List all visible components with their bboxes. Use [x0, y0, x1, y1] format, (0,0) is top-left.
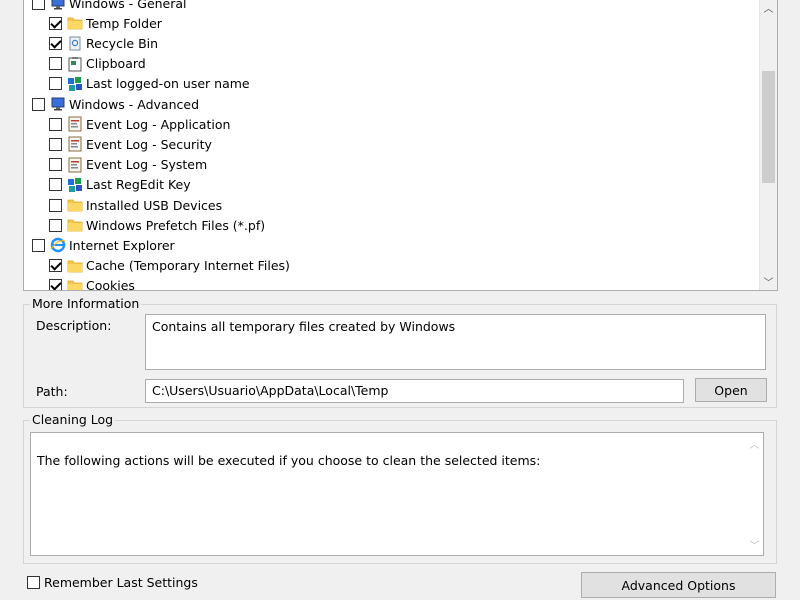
registry-icon [67, 76, 83, 92]
log-scroll-up-icon[interactable]: ︿ [746, 435, 763, 452]
folder-icon [67, 217, 83, 233]
path-field[interactable]: C:\Users\Usuario\AppData\Local\Temp [145, 379, 684, 403]
advanced-options-button[interactable]: Advanced Options [581, 572, 776, 598]
tree-item[interactable]: Internet Explorer [32, 235, 175, 255]
internet-explorer-icon [50, 237, 66, 253]
tree-item[interactable]: Last RegEdit Key [49, 175, 191, 195]
tree-item-checkbox[interactable] [49, 259, 62, 273]
tree-item-label: Installed USB Devices [86, 197, 223, 213]
scroll-up-arrow-icon[interactable]: ︿ [760, 0, 777, 16]
cleaning-log-title: Cleaning Log [30, 412, 116, 427]
open-button[interactable]: Open [695, 378, 767, 402]
tree-item[interactable]: Windows - Advanced [32, 94, 199, 114]
tree-item[interactable]: Recycle Bin [49, 33, 158, 53]
tree-item-checkbox[interactable] [49, 36, 62, 50]
tree-item[interactable]: Cache (Temporary Internet Files) [49, 256, 290, 276]
log-scrollbar[interactable]: ︿ ﹀ [746, 433, 763, 555]
log-scroll-down-icon[interactable]: ﹀ [746, 536, 763, 553]
tree-item[interactable]: Event Log - System [49, 155, 207, 175]
folder-icon [67, 278, 83, 290]
tree-item[interactable]: Last logged-on user name [49, 74, 250, 94]
folder-icon [67, 15, 83, 31]
scrollbar-thumb[interactable] [762, 71, 775, 183]
tree-item[interactable]: Event Log - Security [49, 134, 212, 154]
tree-item-label: Windows Prefetch Files (*.pf) [86, 217, 266, 233]
tree-item-label: Last RegEdit Key [86, 177, 191, 193]
cleaning-log-text: The following actions will be executed i… [37, 453, 541, 468]
tree-item-checkbox[interactable] [49, 137, 62, 151]
tree-item[interactable]: Windows Prefetch Files (*.pf) [49, 215, 265, 235]
tree-item-checkbox[interactable] [32, 97, 45, 111]
tree-item[interactable]: Clipboard [49, 54, 146, 74]
tree-item[interactable]: Temp Folder [49, 13, 162, 33]
folder-icon [67, 258, 83, 274]
path-label: Path: [36, 384, 68, 399]
tree-item-checkbox[interactable] [32, 238, 45, 252]
tree-item-label: Cache (Temporary Internet Files) [86, 258, 290, 274]
tree-item-checkbox[interactable] [49, 117, 62, 131]
tree-item-label: Cookies [86, 278, 135, 291]
tree-item-label: Windows - General [69, 0, 187, 11]
tree-item-checkbox[interactable] [49, 77, 62, 91]
tree-item-label: Temp Folder [86, 15, 162, 31]
scroll-down-arrow-icon[interactable]: ﹀ [760, 273, 777, 290]
tree-item-checkbox[interactable] [49, 158, 62, 172]
tree-item[interactable]: Installed USB Devices [49, 195, 222, 215]
tree-item[interactable]: Windows - General [32, 0, 187, 13]
tree-item[interactable]: Event Log - Application [49, 114, 230, 134]
tree-item-label: Clipboard [86, 56, 146, 72]
tree-item-label: Internet Explorer [69, 237, 175, 253]
tree-item-checkbox[interactable] [49, 16, 62, 30]
tree-item-label: Last logged-on user name [86, 76, 250, 92]
tree-item-checkbox[interactable] [49, 178, 62, 192]
description-field[interactable]: Contains all temporary files created by … [145, 314, 766, 370]
event-log-icon [67, 136, 83, 152]
event-log-icon [67, 116, 83, 132]
remember-settings-checkbox[interactable] [27, 575, 40, 589]
recycle-bin-icon [67, 35, 83, 51]
tree-item-label: Windows - Advanced [69, 96, 199, 112]
tree-item-checkbox[interactable] [49, 279, 62, 290]
clipboard-icon [67, 56, 83, 72]
tree-item[interactable]: Cookies [49, 276, 135, 291]
tree-item-checkbox[interactable] [49, 198, 62, 212]
tree-item-checkbox[interactable] [49, 57, 62, 71]
computer-icon [50, 96, 66, 112]
tree-item-label: Recycle Bin [86, 35, 159, 51]
more-information-title: More Information [30, 296, 142, 311]
tree-scrollbar[interactable]: ︿ ﹀ [759, 0, 777, 290]
remember-settings-label: Remember Last Settings [44, 574, 198, 590]
tree-item-label: Event Log - Application [86, 116, 231, 132]
computer-icon [50, 0, 66, 11]
tree-item-label: Event Log - System [86, 157, 208, 173]
description-label: Description: [36, 318, 112, 333]
event-log-icon [67, 157, 83, 173]
cleaning-log-textarea[interactable]: The following actions will be executed i… [30, 432, 764, 556]
tree-item-label: Event Log - Security [86, 136, 212, 152]
cleaning-items-tree[interactable]: Windows - General Temp Folder Recycle Bin C… [23, 0, 778, 291]
tree-item-checkbox[interactable] [32, 0, 45, 10]
tree-item-checkbox[interactable] [49, 218, 62, 232]
folder-icon [67, 197, 83, 213]
registry-icon [67, 177, 83, 193]
remember-settings-row[interactable]: Remember Last Settings [27, 572, 198, 592]
